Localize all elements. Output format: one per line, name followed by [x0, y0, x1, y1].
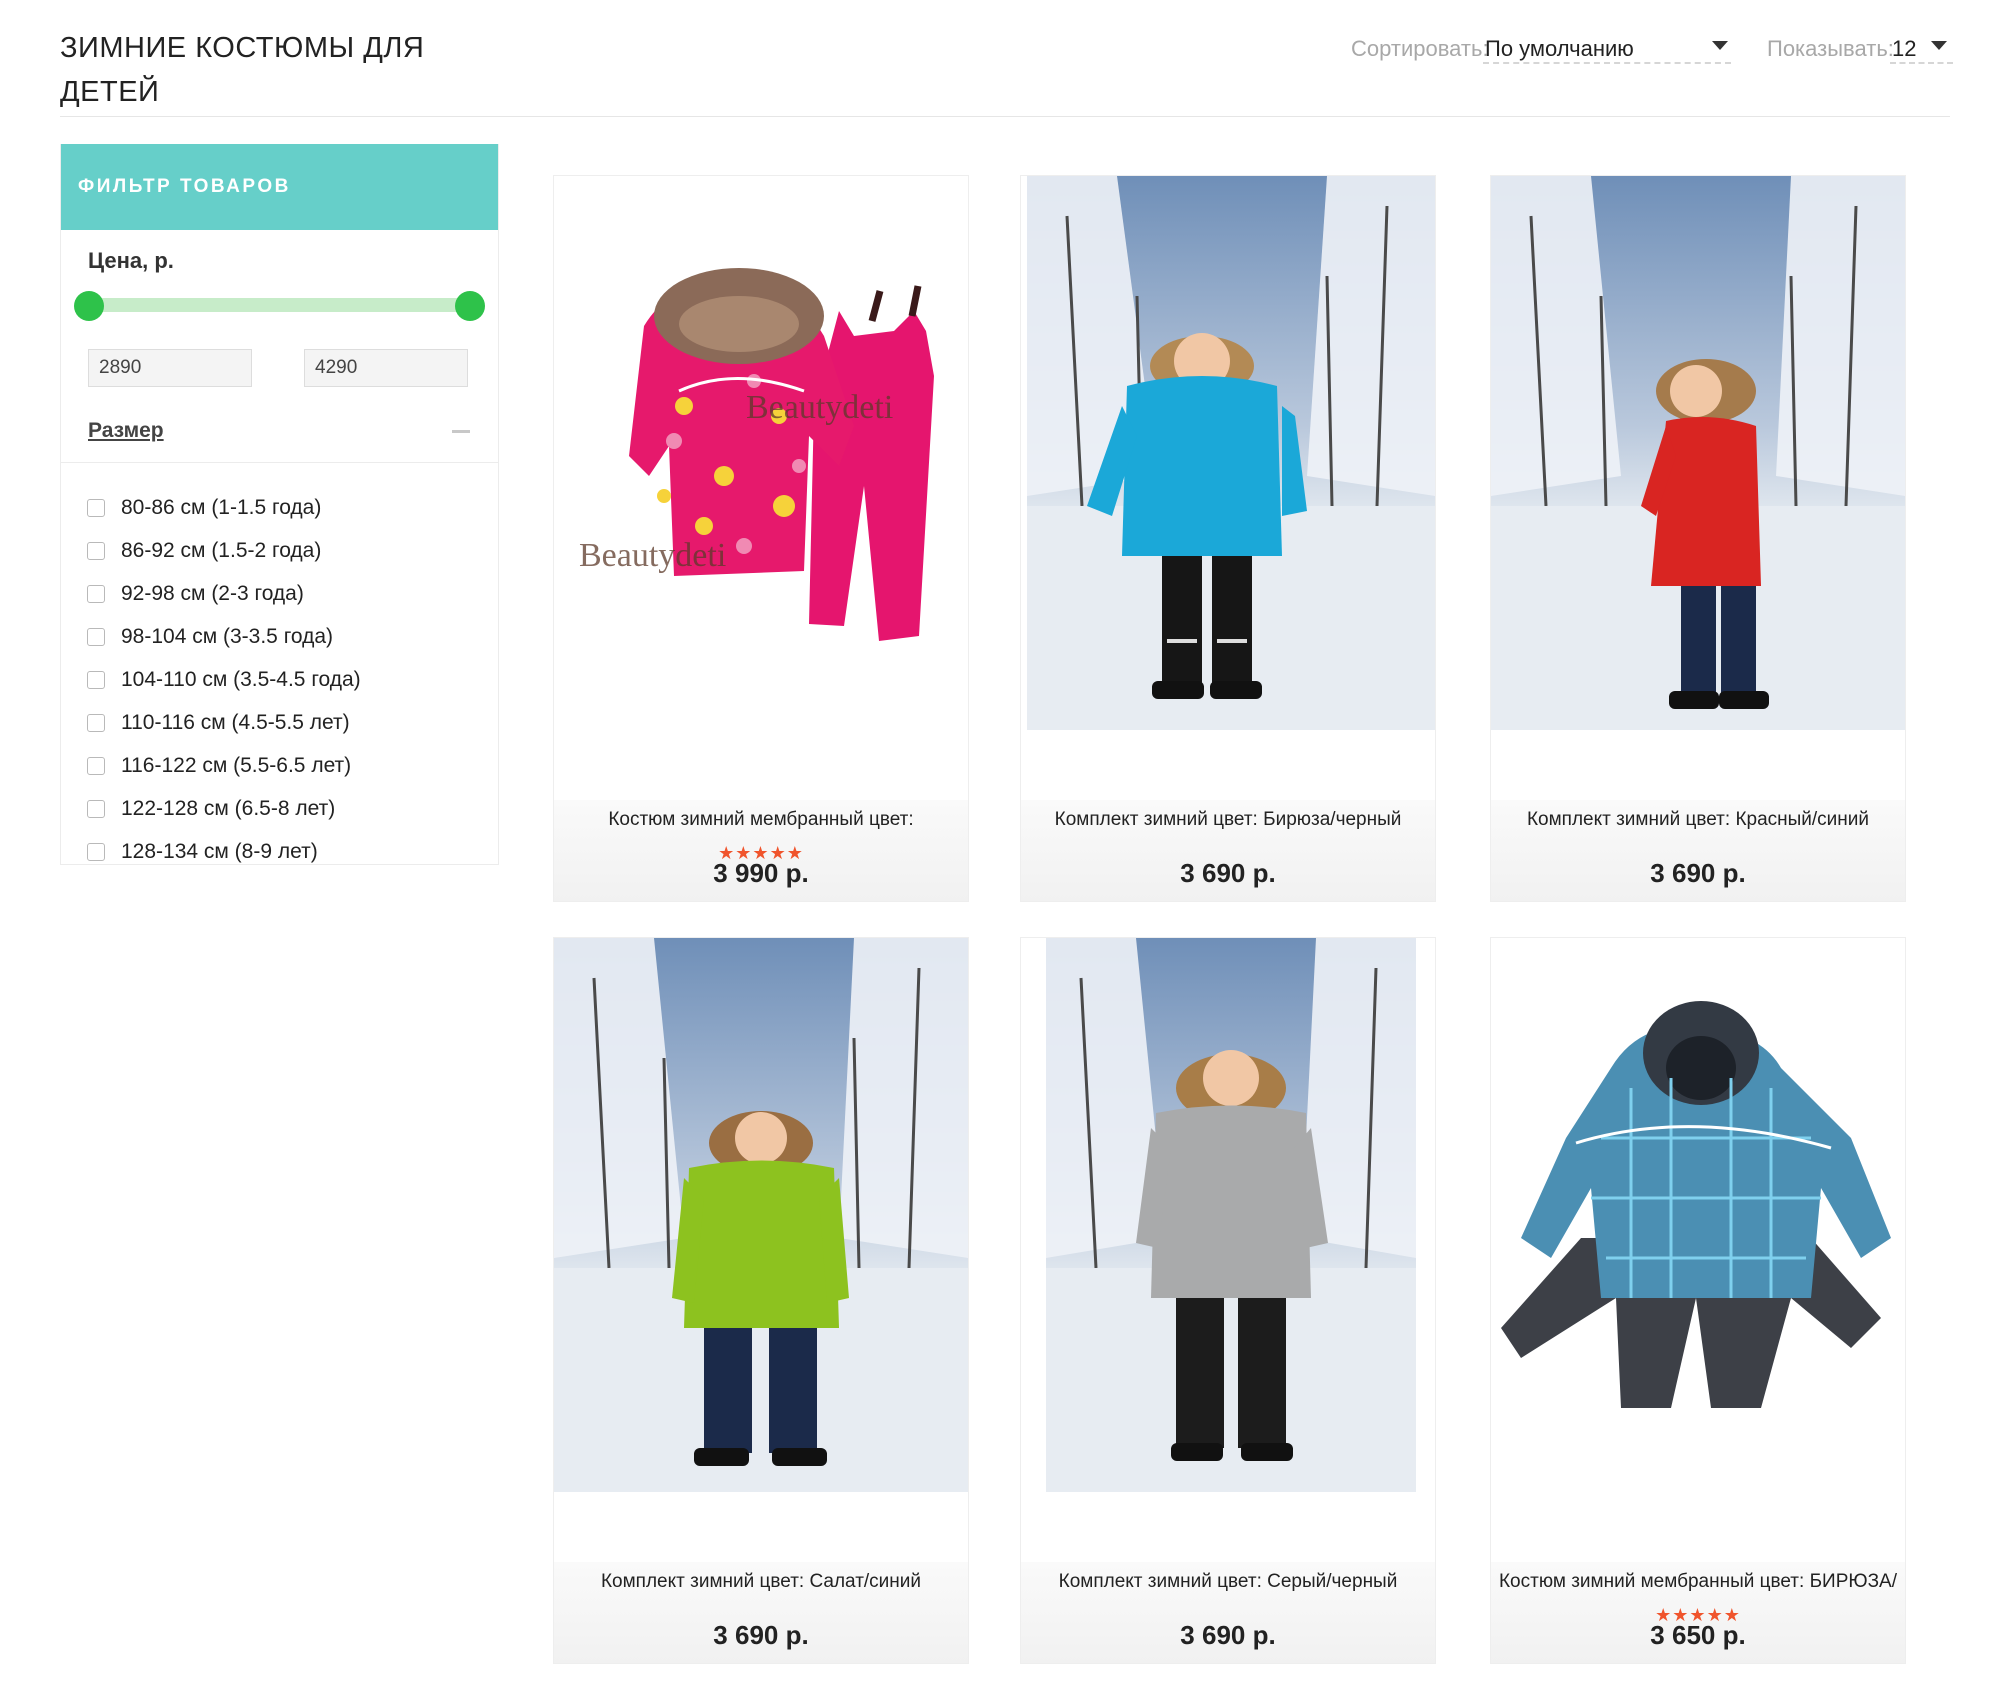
size-option-label: 86-92 см (1.5-2 года): [121, 539, 322, 562]
size-checkbox[interactable]: [87, 542, 105, 560]
size-option-label: 80-86 см (1-1.5 года): [121, 496, 322, 519]
size-option[interactable]: 80-86 см (1-1.5 года): [87, 492, 321, 524]
product-info: Костюм зимний мембранный цвет: БИРЮЗА/ ★…: [1491, 1562, 1905, 1663]
size-option-label: 116-122 см (5.5-6.5 лет): [121, 754, 352, 777]
product-price: 3 990 р.: [713, 858, 809, 888]
product-name[interactable]: Комплект зимний цвет: Серый/черный: [1021, 1571, 1435, 1593]
header-divider: [60, 116, 1950, 117]
product-info: Комплект зимний цвет: Салат/синий 3 690 …: [554, 1562, 968, 1663]
size-checkbox[interactable]: [87, 800, 105, 818]
product-image[interactable]: [1491, 176, 1905, 730]
size-option[interactable]: 86-92 см (1.5-2 года): [87, 535, 321, 567]
product-watermark: Beautydeti: [746, 389, 893, 426]
product-info: Костюм зимний мембранный цвет: ★★★★★ 3 9…: [554, 800, 968, 901]
size-option[interactable]: 104-110 см (3.5-4.5 года): [87, 664, 361, 696]
sort-label: Сортировать:: [1351, 36, 1489, 61]
product-price: 3 690 р.: [1180, 1620, 1276, 1650]
size-option[interactable]: 128-134 см (8-9 лет): [87, 836, 318, 864]
product-card[interactable]: Комплект зимний цвет: Бирюза/черный 3 69…: [1020, 175, 1436, 902]
size-checkbox[interactable]: [87, 499, 105, 517]
size-filter-title[interactable]: Размер: [88, 419, 164, 443]
product-name[interactable]: Комплект зимний цвет: Красный/синий: [1491, 809, 1905, 831]
sort-dropdown[interactable]: По умолчанию: [1485, 36, 1634, 62]
size-option-label: 104-110 см (3.5-4.5 года): [121, 668, 361, 691]
product-info: Комплект зимний цвет: Бирюза/черный 3 69…: [1021, 800, 1435, 901]
price-max-input[interactable]: [304, 349, 468, 387]
price-slider-min-handle[interactable]: [74, 291, 104, 321]
price-label: Цена, р.: [88, 248, 174, 273]
show-label: Показывать:: [1767, 36, 1894, 61]
product-image[interactable]: [1491, 938, 1905, 1492]
size-option-label: 122-128 см (6.5-8 лет): [121, 797, 336, 820]
product-image[interactable]: [1046, 938, 1416, 1492]
size-divider: [61, 462, 498, 463]
filter-sidebar: ФИЛЬТР ТОВАРОВ Цена, р. Размер 80-86 см …: [60, 144, 499, 865]
size-checkbox[interactable]: [87, 714, 105, 732]
size-option-label: 110-116 см (4.5-5.5 лет): [121, 711, 350, 734]
price-slider-max-handle[interactable]: [455, 291, 485, 321]
size-checkbox[interactable]: [87, 843, 105, 861]
product-name[interactable]: Костюм зимний мембранный цвет: БИРЮЗА/: [1491, 1571, 1905, 1593]
size-option[interactable]: 92-98 см (2-3 года): [87, 578, 304, 610]
product-name[interactable]: Комплект зимний цвет: Бирюза/черный: [1021, 809, 1435, 831]
product-price: 3 690 р.: [713, 1620, 809, 1650]
sort-chevron-down-icon[interactable]: [1712, 41, 1728, 50]
size-checkbox[interactable]: [87, 671, 105, 689]
collapse-minus-icon[interactable]: [452, 430, 470, 433]
product-info: Комплект зимний цвет: Серый/черный 3 690…: [1021, 1562, 1435, 1663]
product-card[interactable]: Комплект зимний цвет: Салат/синий 3 690 …: [553, 937, 969, 1664]
size-option[interactable]: 122-128 см (6.5-8 лет): [87, 793, 335, 825]
product-card[interactable]: Комплект зимний цвет: Серый/черный 3 690…: [1020, 937, 1436, 1664]
price-slider-track[interactable]: [89, 298, 473, 312]
size-option[interactable]: 116-122 см (5.5-6.5 лет): [87, 750, 351, 782]
product-card[interactable]: Комплект зимний цвет: Красный/синий 3 69…: [1490, 175, 1906, 902]
page-title: ЗИМНИЕ КОСТЮМЫ ДЛЯ ДЕТЕЙ: [60, 32, 425, 108]
show-dropdown-underline: [1890, 62, 1953, 64]
product-name[interactable]: Костюм зимний мембранный цвет:: [554, 809, 968, 831]
size-option[interactable]: 110-116 см (4.5-5.5 лет): [87, 707, 350, 739]
size-checkbox[interactable]: [87, 628, 105, 646]
filter-header: ФИЛЬТР ТОВАРОВ: [61, 144, 498, 230]
product-card[interactable]: Костюм зимний мембранный цвет: БИРЮЗА/ ★…: [1490, 937, 1906, 1664]
size-option-label: 128-134 см (8-9 лет): [121, 840, 318, 863]
sort-dropdown-underline: [1483, 62, 1731, 64]
size-checkbox[interactable]: [87, 757, 105, 775]
show-chevron-down-icon[interactable]: [1931, 41, 1947, 50]
product-name[interactable]: Комплект зимний цвет: Салат/синий: [554, 1571, 968, 1593]
product-price: 3 690 р.: [1180, 858, 1276, 888]
size-option-label: 92-98 см (2-3 года): [121, 582, 304, 605]
size-option-label: 98-104 см (3-3.5 года): [121, 625, 334, 648]
price-min-input[interactable]: [88, 349, 252, 387]
show-dropdown[interactable]: 12: [1892, 36, 1916, 62]
product-price: 3 650 р.: [1650, 1620, 1746, 1650]
product-watermark: Beautydeti: [579, 537, 726, 574]
size-option[interactable]: 98-104 см (3-3.5 года): [87, 621, 333, 653]
product-card[interactable]: Beautydeti Beautydeti Костюм зимний мемб…: [553, 175, 969, 902]
product-info: Комплект зимний цвет: Красный/синий 3 69…: [1491, 800, 1905, 901]
product-image[interactable]: [1027, 176, 1435, 730]
product-image[interactable]: Beautydeti Beautydeti: [554, 176, 968, 730]
product-image[interactable]: [554, 938, 968, 1492]
product-price: 3 690 р.: [1650, 858, 1746, 888]
size-checkbox[interactable]: [87, 585, 105, 603]
